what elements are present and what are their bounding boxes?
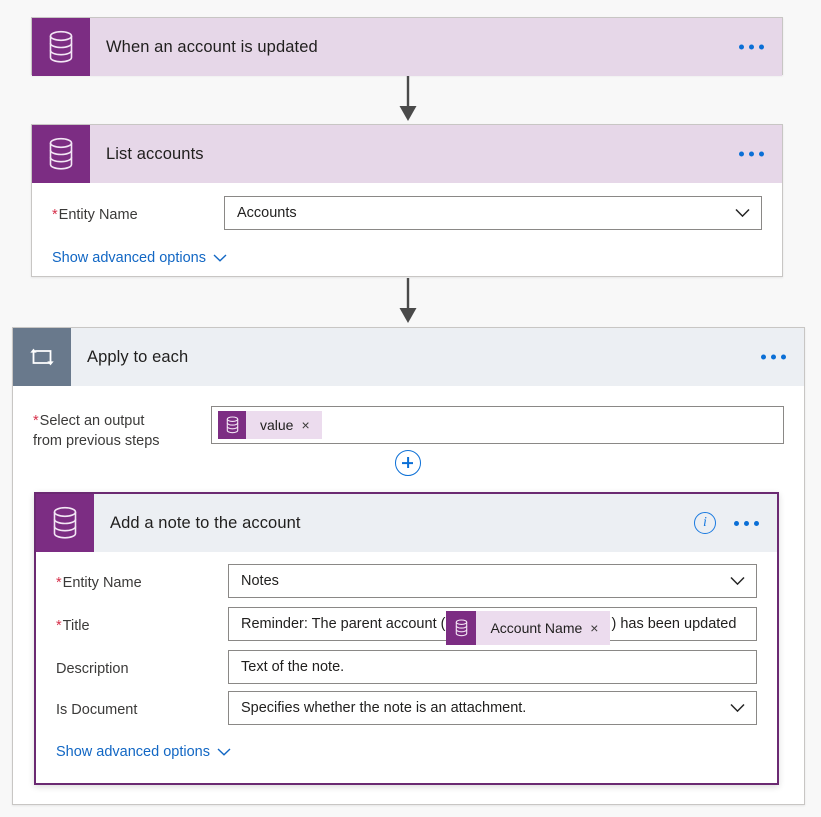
title-input[interactable]: Reminder: The parent account ( <box>228 607 757 641</box>
chevron-down-icon <box>217 744 231 760</box>
field-label: *Entity Name <box>52 196 224 224</box>
title-text-before: Reminder: The parent account ( <box>241 616 445 632</box>
card-header-actions <box>735 39 768 56</box>
card-body: *Entity Name Accounts Show advanced opti… <box>32 196 782 267</box>
card-header-actions <box>757 349 790 366</box>
card-add-a-note-to-the-account[interactable]: Add a note to the account i *Entity Name <box>34 492 779 785</box>
connector-arrow <box>397 278 419 324</box>
advanced-options-row: Show advanced options <box>36 725 777 761</box>
show-advanced-options-link[interactable]: Show advanced options <box>56 744 231 760</box>
close-icon[interactable]: × <box>299 418 321 432</box>
field-title: *Title Reminder: The parent account ( <box>36 607 777 641</box>
advanced-options-row: Show advanced options <box>32 230 782 267</box>
info-icon[interactable]: i <box>694 512 716 534</box>
connector-arrow <box>397 76 419 122</box>
card-header: When an account is updated <box>32 18 782 76</box>
overflow-menu-icon[interactable] <box>757 349 790 366</box>
required-asterisk: * <box>52 207 58 223</box>
description-value: Text of the note. <box>241 659 344 675</box>
card-header: List accounts <box>32 125 782 183</box>
title-text-after: ) has been updated <box>611 616 736 632</box>
show-advanced-options-link[interactable]: Show advanced options <box>52 250 227 266</box>
description-input[interactable]: Text of the note. <box>228 650 757 684</box>
card-body: *Select an output from previous steps <box>13 406 804 451</box>
database-icon <box>32 18 90 76</box>
required-asterisk: * <box>33 413 39 429</box>
flow-designer-canvas: When an account is updated <box>0 0 821 817</box>
card-header: Apply to each <box>13 328 804 386</box>
overflow-menu-icon[interactable] <box>730 515 763 532</box>
loop-icon <box>13 328 71 386</box>
chevron-down-icon <box>730 577 745 586</box>
database-icon <box>446 611 476 645</box>
token-label: Account Name <box>476 620 588 636</box>
field-label: *Entity Name <box>56 564 228 592</box>
field-select-an-output: *Select an output from previous steps <box>13 406 804 451</box>
card-body: *Entity Name Notes <box>36 564 777 761</box>
field-description: Description Text of the note. <box>36 650 777 684</box>
database-icon <box>32 125 90 183</box>
entity-name-dropdown[interactable]: Notes <box>228 564 757 598</box>
entity-name-value: Accounts <box>237 205 297 221</box>
card-header-actions: i <box>694 512 763 534</box>
entity-name-value: Notes <box>241 573 279 589</box>
field-label: Description <box>56 650 228 678</box>
overflow-menu-icon[interactable] <box>735 39 768 56</box>
token-account-name[interactable]: Account Name × <box>446 611 610 645</box>
card-title: Add a note to the account <box>94 514 301 533</box>
token-value[interactable]: value × <box>218 411 322 439</box>
field-entity-name: *Entity Name Notes <box>36 564 777 598</box>
close-icon[interactable]: × <box>588 621 610 635</box>
chevron-down-icon <box>735 209 750 218</box>
field-label: Is Document <box>56 691 228 719</box>
card-apply-to-each[interactable]: Apply to each *Select an output from pre… <box>12 327 805 805</box>
card-header: Add a note to the account i <box>36 494 777 552</box>
required-asterisk: * <box>56 575 62 591</box>
token-label: value <box>246 417 299 433</box>
card-title: List accounts <box>90 145 204 164</box>
overflow-menu-icon[interactable] <box>735 146 768 163</box>
card-list-accounts[interactable]: List accounts *Entity Name Accounts <box>31 124 783 277</box>
is-document-value: Specifies whether the note is an attachm… <box>241 700 526 716</box>
select-output-input[interactable]: value × <box>211 406 784 444</box>
card-header-actions <box>735 146 768 163</box>
database-icon <box>36 494 94 552</box>
field-label: *Title <box>56 607 228 635</box>
field-entity-name: *Entity Name Accounts <box>32 196 782 230</box>
chevron-down-icon <box>730 704 745 713</box>
add-action-plus-button[interactable] <box>395 450 421 476</box>
card-title: Apply to each <box>71 348 188 367</box>
card-when-an-account-is-updated[interactable]: When an account is updated <box>31 17 783 75</box>
entity-name-dropdown[interactable]: Accounts <box>224 196 762 230</box>
card-title: When an account is updated <box>90 38 318 57</box>
database-icon <box>218 411 246 439</box>
field-label: *Select an output from previous steps <box>33 406 211 451</box>
required-asterisk: * <box>56 618 62 634</box>
is-document-dropdown[interactable]: Specifies whether the note is an attachm… <box>228 691 757 725</box>
chevron-down-icon <box>213 250 227 266</box>
field-is-document: Is Document Specifies whether the note i… <box>36 691 777 725</box>
